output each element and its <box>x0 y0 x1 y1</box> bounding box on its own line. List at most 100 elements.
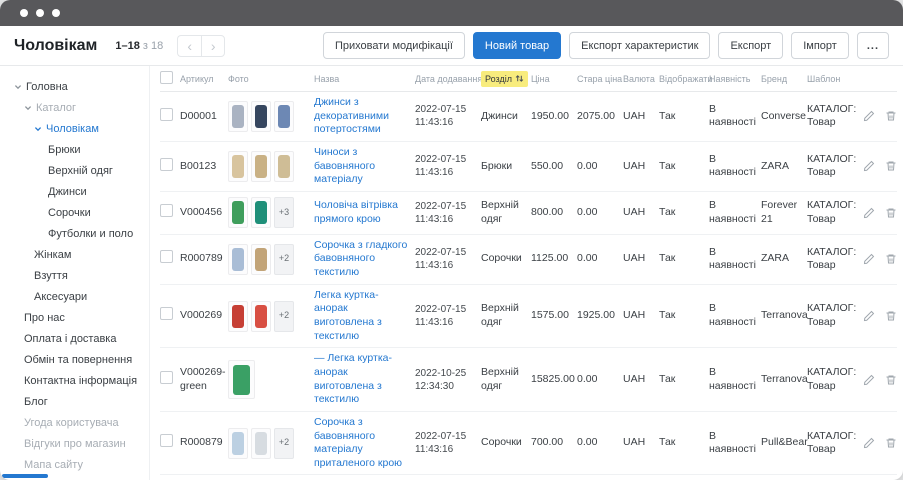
more-photos-badge[interactable]: +2 <box>274 244 294 275</box>
product-photo-thumbnail[interactable] <box>228 151 248 182</box>
sidebar-item-6[interactable]: Сорочки <box>0 202 149 223</box>
cell-date-added: 2022-07-15 11:43:16 <box>415 303 481 329</box>
edit-icon[interactable] <box>863 310 875 322</box>
column-header-sku[interactable]: Артикул <box>180 74 228 84</box>
column-header-currency[interactable]: Валюта <box>623 74 659 84</box>
row-checkbox[interactable] <box>160 371 173 384</box>
product-name-link[interactable]: Чоловіча вітрівка прямого крою <box>314 199 398 225</box>
products-table: Артикул Фото Назва Дата додавання Розділ… <box>150 66 903 480</box>
delete-icon[interactable] <box>885 310 897 322</box>
edit-icon[interactable] <box>863 253 875 265</box>
sidebar-item-16[interactable]: Угода користувача <box>0 412 149 433</box>
column-header-name[interactable]: Назва <box>314 74 415 84</box>
product-photo-thumbnail[interactable] <box>251 197 271 228</box>
sidebar-item-10[interactable]: Аксесуари <box>0 286 149 307</box>
row-checkbox[interactable] <box>160 250 173 263</box>
edit-icon[interactable] <box>863 110 875 122</box>
more-photos-badge[interactable]: +2 <box>274 428 294 459</box>
sidebar-item-13[interactable]: Обмін та повернення <box>0 349 149 370</box>
sorted-column-pill[interactable]: Розділ <box>481 71 528 87</box>
sidebar-item-5[interactable]: Джинси <box>0 181 149 202</box>
more-photos-badge[interactable]: +2 <box>274 301 294 332</box>
column-header-price[interactable]: Ціна <box>531 74 577 84</box>
product-name-link[interactable]: Джинси з декоративними потертостями <box>314 96 389 135</box>
sidebar-item-9[interactable]: Взуття <box>0 265 149 286</box>
sidebar-item-label: Обмін та повернення <box>24 354 132 366</box>
sidebar-item-3[interactable]: Брюки <box>0 139 149 160</box>
sidebar-item-11[interactable]: Про нас <box>0 307 149 328</box>
row-checkbox[interactable] <box>160 204 173 217</box>
window-minimize-button[interactable] <box>36 9 44 17</box>
sidebar-item-label: Аксесуари <box>34 291 87 303</box>
product-name-link[interactable]: Легка куртка-анорак виготовлена з тексти… <box>314 289 382 342</box>
product-photo-thumbnail[interactable] <box>251 101 271 132</box>
select-all-checkbox[interactable] <box>160 71 173 84</box>
product-photo-thumbnail[interactable] <box>228 197 248 228</box>
product-name-link[interactable]: Сорочка з бавовняного матеріалу притален… <box>314 416 402 469</box>
row-checkbox[interactable] <box>160 307 173 320</box>
product-photos <box>228 101 309 132</box>
product-photos: +2 <box>228 428 309 459</box>
product-photo-thumbnail[interactable] <box>228 101 248 132</box>
horizontal-scrollbar-thumb[interactable] <box>2 474 48 478</box>
sidebar-item-0[interactable]: Головна <box>0 76 149 97</box>
column-header-date-added[interactable]: Дата додавання <box>415 74 481 84</box>
product-name-link[interactable]: Сорочка з гладкого бавовняного текстилю <box>314 239 407 278</box>
sidebar-item-4[interactable]: Верхній одяг <box>0 160 149 181</box>
product-name-link[interactable]: Чиноси з бавовняного матеріалу <box>314 146 375 185</box>
window-maximize-button[interactable] <box>52 9 60 17</box>
product-photo-thumbnail[interactable] <box>251 301 271 332</box>
sidebar-item-15[interactable]: Блог <box>0 391 149 412</box>
import-button[interactable]: Імпорт <box>791 32 849 59</box>
row-checkbox[interactable] <box>160 434 173 447</box>
window-close-button[interactable] <box>20 9 28 17</box>
column-header-brand[interactable]: Бренд <box>761 74 807 84</box>
delete-icon[interactable] <box>885 437 897 449</box>
column-header-availability[interactable]: Наявність <box>709 74 761 84</box>
edit-icon[interactable] <box>863 437 875 449</box>
cell-price: 15825.00 <box>531 373 577 387</box>
row-checkbox[interactable] <box>160 158 173 171</box>
cell-display: Так <box>659 373 709 387</box>
edit-icon[interactable] <box>863 374 875 386</box>
product-photo-thumbnail[interactable] <box>228 428 248 459</box>
sidebar-item-18[interactable]: Мапа сайту <box>0 454 149 475</box>
column-header-old-price[interactable]: Стара ціна <box>577 74 623 84</box>
sidebar-item-8[interactable]: Жінкам <box>0 244 149 265</box>
edit-icon[interactable] <box>863 207 875 219</box>
delete-icon[interactable] <box>885 207 897 219</box>
sidebar-item-7[interactable]: Футболки и поло <box>0 223 149 244</box>
next-page-button[interactable]: › <box>201 35 225 57</box>
sidebar-item-17[interactable]: Відгуки про магазин <box>0 433 149 454</box>
export-characteristics-button[interactable]: Експорт характеристик <box>569 32 710 59</box>
export-button[interactable]: Експорт <box>718 32 783 59</box>
sidebar-item-12[interactable]: Оплата і доставка <box>0 328 149 349</box>
product-photo-thumbnail[interactable] <box>274 101 294 132</box>
new-product-button[interactable]: Новий товар <box>473 32 561 59</box>
sidebar-item-1[interactable]: Каталог <box>0 97 149 118</box>
sidebar-item-14[interactable]: Контактна інформація <box>0 370 149 391</box>
product-photo-thumbnail[interactable] <box>251 244 271 275</box>
delete-icon[interactable] <box>885 160 897 172</box>
sidebar-item-2[interactable]: Чоловікам <box>0 118 149 139</box>
more-actions-button[interactable]: ... <box>857 32 889 59</box>
column-header-photo[interactable]: Фото <box>228 74 314 84</box>
product-photo-thumbnail[interactable] <box>251 428 271 459</box>
sidebar-item-label: Про нас <box>24 312 65 324</box>
column-header-template[interactable]: Шаблон <box>807 74 863 84</box>
delete-icon[interactable] <box>885 253 897 265</box>
product-photo-thumbnail[interactable] <box>251 151 271 182</box>
delete-icon[interactable] <box>885 374 897 386</box>
column-header-display[interactable]: Відображати <box>659 74 709 84</box>
prev-page-button[interactable]: ‹ <box>177 35 201 57</box>
hide-modifications-button[interactable]: Приховати модифікації <box>323 32 465 59</box>
product-name-link[interactable]: — Легка куртка-анорак виготовлена з текс… <box>314 352 392 405</box>
product-photo-thumbnail[interactable] <box>274 151 294 182</box>
product-photo-thumbnail[interactable] <box>228 301 248 332</box>
row-checkbox[interactable] <box>160 108 173 121</box>
product-photo-thumbnail[interactable] <box>228 244 248 275</box>
edit-icon[interactable] <box>863 160 875 172</box>
more-photos-badge[interactable]: +3 <box>274 197 294 228</box>
product-photo-thumbnail[interactable] <box>228 360 255 399</box>
delete-icon[interactable] <box>885 110 897 122</box>
